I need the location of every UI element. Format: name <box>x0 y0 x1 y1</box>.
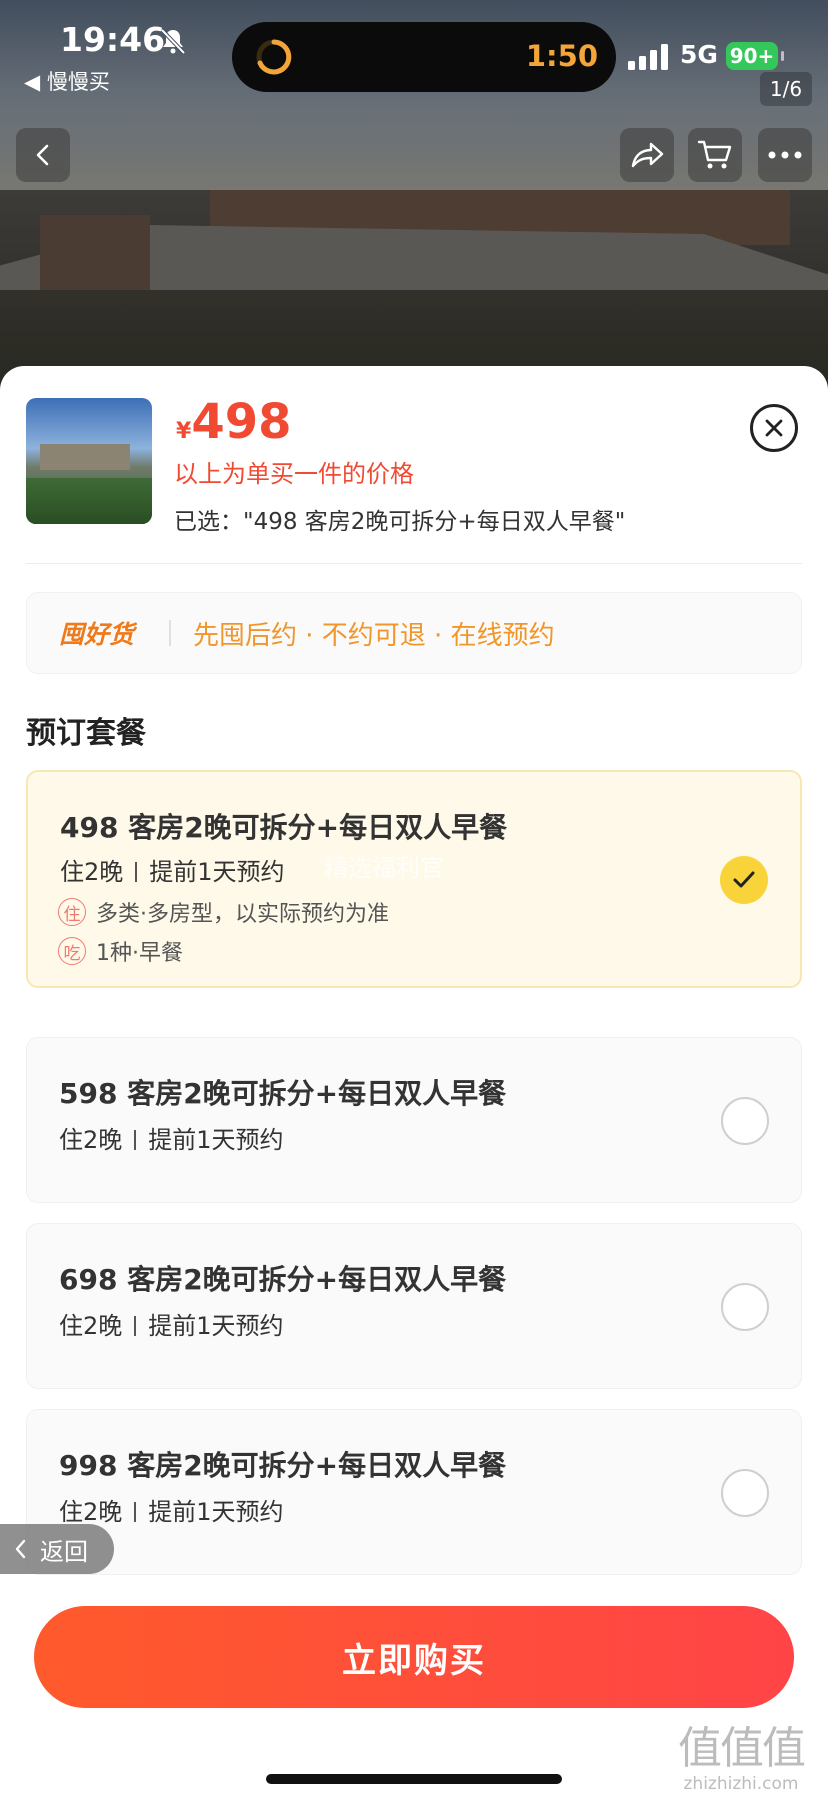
share-button[interactable] <box>620 128 674 182</box>
meta-divider <box>135 862 138 882</box>
meta-divider <box>134 1130 137 1150</box>
food-badge: 吃 <box>58 937 86 965</box>
signal-icon <box>628 44 668 70</box>
price-value: 498 <box>191 394 292 450</box>
package-option-3[interactable]: 698 客房2晚可拆分+每日双人早餐 住2晚 提前1天预约 <box>26 1223 802 1389</box>
thumb-garden <box>26 478 152 524</box>
meta-divider <box>134 1502 137 1522</box>
status-bar: 19:46 ◀ 慢慢买 1:50 5G 90+ <box>0 0 828 100</box>
package-option-1[interactable]: 498 客房2晚可拆分+每日双人早餐 住2晚 提前1天预约 精选福利官 住 多类·… <box>26 770 802 988</box>
package-option-2[interactable]: 598 客房2晚可拆分+每日双人早餐 住2晚 提前1天预约 <box>26 1037 802 1203</box>
section-title: 预订套餐 <box>26 716 146 751</box>
package-tag-row: 吃 1种·早餐 <box>58 935 183 967</box>
cart-icon <box>697 140 732 169</box>
thumb-building <box>40 444 130 470</box>
more-dots-icon <box>768 151 802 159</box>
share-icon <box>631 142 664 168</box>
package-radio[interactable] <box>721 1283 769 1331</box>
package-radio-checked[interactable] <box>720 856 768 904</box>
package-nights: 住2晚 <box>59 1498 123 1526</box>
gallery-pager: 1/6 <box>760 72 812 106</box>
promo-brand: 囤好货 <box>59 620 135 649</box>
food-tag-text: 1种·早餐 <box>96 941 183 966</box>
check-icon <box>733 871 755 888</box>
package-nights: 住2晚 <box>59 1126 123 1154</box>
island-timer: 1:50 <box>525 39 598 73</box>
package-title: 998 客房2晚可拆分+每日双人早餐 <box>59 1449 507 1482</box>
price: ¥498 <box>176 394 292 450</box>
cart-button[interactable] <box>688 128 742 182</box>
package-advance: 提前1天预约 <box>149 858 285 886</box>
mute-bell-icon <box>160 28 186 55</box>
site-watermark: 值值值 zhizhizhi.com <box>678 1712 806 1794</box>
buy-now-button[interactable]: 立即购买 <box>34 1606 794 1708</box>
site-watermark-logo: 值值值 <box>678 1723 806 1774</box>
single-price-note: 以上为单买一件的价格 <box>174 460 414 488</box>
package-meta: 住2晚 提前1天预约 <box>59 1120 284 1155</box>
package-nights: 住2晚 <box>60 858 124 886</box>
package-option-4[interactable]: 998 客房2晚可拆分+每日双人早餐 住2晚 提前1天预约 <box>26 1409 802 1575</box>
chevron-left-icon <box>15 1539 26 1559</box>
floating-back-button[interactable]: 返回 <box>0 1524 114 1574</box>
package-meta: 住2晚 提前1天预约 <box>60 852 285 887</box>
meta-divider <box>134 1316 137 1336</box>
floating-back-label: 返回 <box>40 1537 88 1566</box>
timer-ring-icon <box>256 39 292 75</box>
network-type: 5G <box>680 40 718 69</box>
home-indicator[interactable] <box>266 1774 562 1784</box>
package-title: 598 客房2晚可拆分+每日双人早餐 <box>59 1077 507 1110</box>
package-radio[interactable] <box>721 1469 769 1517</box>
package-advance: 提前1天预约 <box>148 1312 284 1340</box>
package-tag-row: 住 多类·多房型，以实际预约为准 <box>58 896 389 928</box>
selected-option-text: 已选："498 客房2晚可拆分+每日双人早餐" <box>174 509 626 535</box>
price-currency: ¥ <box>176 419 192 444</box>
package-title: 698 客房2晚可拆分+每日双人早餐 <box>59 1263 507 1296</box>
close-button[interactable] <box>750 404 798 452</box>
package-advance: 提前1天预约 <box>148 1126 284 1154</box>
promo-text: 先囤后约 · 不约可退 · 在线预约 <box>193 621 555 651</box>
close-icon <box>765 419 783 437</box>
package-advance: 提前1天预约 <box>148 1498 284 1526</box>
sku-sheet: ¥498 以上为单买一件的价格 已选："498 客房2晚可拆分+每日双人早餐" … <box>0 366 828 1795</box>
package-title: 498 客房2晚可拆分+每日双人早餐 <box>60 811 508 844</box>
more-button[interactable] <box>758 128 812 182</box>
watermark: 精选福利官 <box>324 854 444 882</box>
site-watermark-url: zhizhizhi.com <box>683 1774 799 1794</box>
chevron-left-icon <box>36 144 49 166</box>
back-button[interactable] <box>16 128 70 182</box>
battery-icon: 90+ <box>726 42 784 70</box>
dynamic-island: 1:50 <box>232 22 616 92</box>
back-to-app-link[interactable]: ◀ 慢慢买 <box>24 66 110 96</box>
promo-separator <box>169 620 171 646</box>
package-nights: 住2晚 <box>59 1312 123 1340</box>
stay-tag-text: 多类·多房型，以实际预约为准 <box>96 902 389 927</box>
package-meta: 住2晚 提前1天预约 <box>59 1306 284 1341</box>
status-time: 19:46 <box>60 20 166 59</box>
stay-badge: 住 <box>58 898 86 926</box>
product-thumbnail <box>26 398 152 524</box>
divider <box>26 563 802 564</box>
package-radio[interactable] <box>721 1097 769 1145</box>
promo-banner: 囤好货 先囤后约 · 不约可退 · 在线预约 <box>26 592 802 674</box>
package-meta: 住2晚 提前1天预约 <box>59 1492 284 1527</box>
